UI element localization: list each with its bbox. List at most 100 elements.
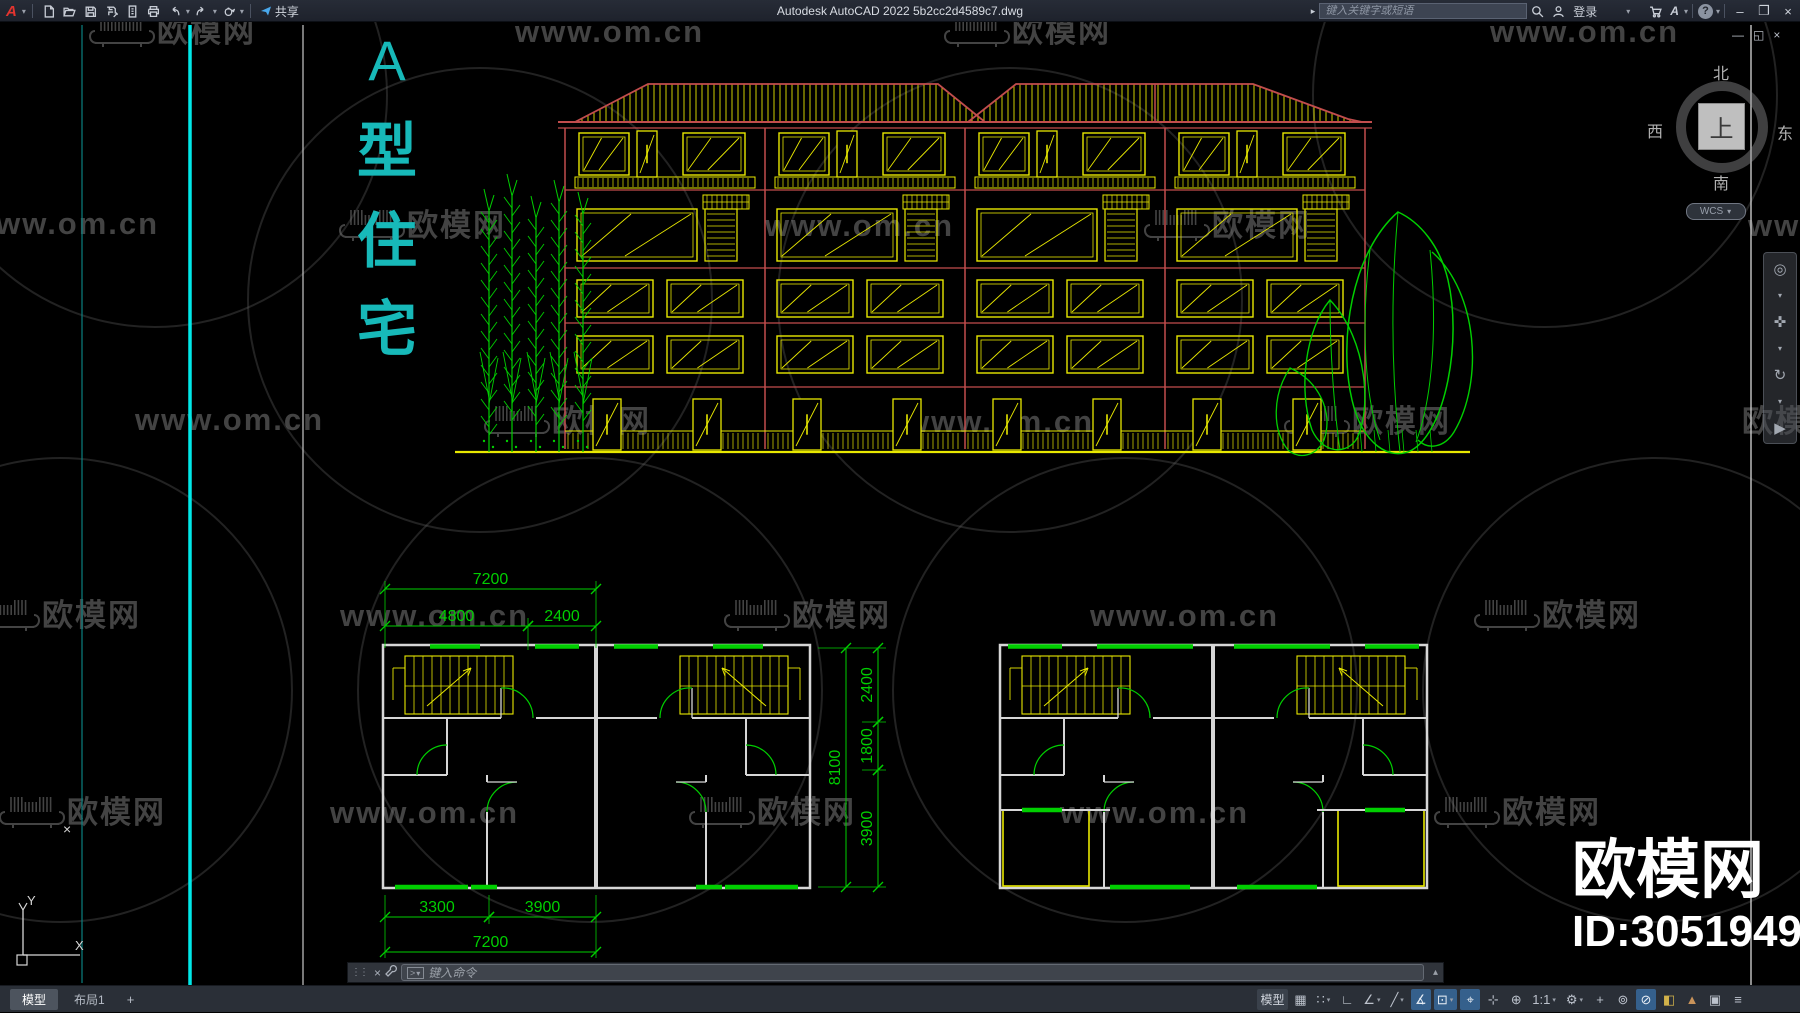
divider bbox=[249, 4, 251, 18]
render-icon[interactable] bbox=[218, 2, 239, 20]
site-watermark: 欧模网ID:3051949 bbox=[1572, 834, 1800, 956]
navbar-divider-icon: ▾ bbox=[1777, 290, 1782, 300]
watermark-text: 欧模网 bbox=[1012, 22, 1111, 49]
infocenter-collapse-icon[interactable]: ▸ bbox=[1307, 0, 1320, 22]
autodesk-chevron-icon[interactable]: ▾ bbox=[1683, 7, 1689, 16]
status-annotation-monitor[interactable]: + bbox=[1590, 989, 1610, 1010]
status-dynamic-input[interactable]: ⌖ bbox=[1460, 989, 1481, 1010]
layout-tabs: 模型 布局1 + bbox=[10, 988, 141, 1010]
guide-lines bbox=[81, 25, 1752, 988]
maximize-button[interactable]: ❐ bbox=[1752, 3, 1776, 19]
tab-add-button[interactable]: + bbox=[121, 992, 141, 1007]
drawing-minimize-icon[interactable]: — bbox=[1732, 28, 1744, 42]
dimension-label: 3300 bbox=[419, 899, 455, 916]
dimension-label: 3900 bbox=[525, 899, 561, 916]
watermark-layer: 欧模网 www.om.cn 欧模网 www.om.cn www.om.cn 欧模网 www.… bbox=[0, 22, 1800, 923]
status-object-snap[interactable]: ⊡ ▾ bbox=[1433, 989, 1458, 1010]
viewcube-north-label[interactable]: 北 bbox=[1713, 60, 1729, 84]
status-grid-display[interactable]: ▦ bbox=[1291, 989, 1311, 1010]
sheet-set-icon[interactable] bbox=[122, 2, 143, 20]
render-chevron-icon[interactable]: ▾ bbox=[239, 7, 245, 16]
drawing-restore-icon[interactable]: ◱ bbox=[1753, 28, 1764, 42]
watermark-text: www.om.cn bbox=[329, 795, 519, 830]
status-model-space[interactable]: 模型 bbox=[1257, 989, 1288, 1010]
save-as-icon[interactable] bbox=[101, 2, 122, 20]
sofa-logo-icon bbox=[1434, 797, 1500, 828]
pan-icon[interactable]: ✜ bbox=[1774, 313, 1787, 331]
command-icon[interactable]: >▾ bbox=[407, 966, 425, 979]
blip-mark: × bbox=[63, 821, 71, 837]
new-file-icon[interactable] bbox=[38, 2, 59, 20]
watermark-text: www.om.cn bbox=[1489, 22, 1679, 49]
status-ortho-mode[interactable]: ∟ bbox=[1337, 989, 1357, 1010]
status-clean-screen-mountain[interactable]: ▲ bbox=[1682, 989, 1702, 1010]
open-folder-icon[interactable] bbox=[59, 2, 80, 20]
status-units[interactable]: ⊚ bbox=[1613, 989, 1633, 1010]
show-motion-icon[interactable]: ▶ bbox=[1774, 419, 1786, 437]
big-watermark-brand: 欧模网 bbox=[1572, 834, 1764, 906]
status-workspace-switching[interactable]: ⚙ ▾ bbox=[1563, 989, 1587, 1010]
customize-wrench-icon[interactable] bbox=[385, 964, 398, 982]
dimension-label: 8100 bbox=[827, 750, 844, 786]
login-button[interactable]: 登录 bbox=[1569, 0, 1601, 22]
status-graphics-performance[interactable]: ⊘ bbox=[1636, 989, 1656, 1010]
status-snap-mode[interactable]: ∷ ▾ bbox=[1314, 989, 1335, 1010]
tab-model[interactable]: 模型 bbox=[10, 988, 59, 1010]
search-icon[interactable] bbox=[1527, 0, 1548, 22]
autodesk-account-icon[interactable]: A bbox=[1666, 0, 1683, 22]
command-placeholder: 键入命令 bbox=[428, 966, 477, 980]
navigation-bar: ◎ ▾ ✜ ▾ ↻ ▾ ▶ bbox=[1763, 252, 1797, 444]
sofa-logo-icon bbox=[689, 797, 755, 828]
autocad-app-icon[interactable]: A bbox=[4, 3, 19, 20]
navbar-divider-icon: ▾ bbox=[1777, 343, 1782, 353]
user-icon[interactable] bbox=[1548, 0, 1569, 22]
status-clean-screen[interactable]: ▣ bbox=[1705, 989, 1725, 1010]
palette-grip-icon[interactable]: ⋮⋮ bbox=[348, 967, 370, 978]
plot-icon[interactable] bbox=[143, 2, 164, 20]
app-store-cart-icon[interactable] bbox=[1645, 0, 1666, 22]
watermark-text: 欧模网 bbox=[42, 598, 141, 633]
palette-close-icon[interactable]: × bbox=[370, 966, 385, 980]
login-chevron-icon[interactable]: ▾ bbox=[1625, 7, 1631, 16]
share-plane-icon bbox=[260, 6, 271, 16]
status-polar-tracking[interactable]: ∠ ▾ bbox=[1360, 989, 1384, 1010]
status-isometric-drafting[interactable]: ╱ ▾ bbox=[1387, 989, 1407, 1010]
steering-wheel-icon[interactable]: ◎ bbox=[1773, 260, 1786, 278]
drawing-close-icon[interactable]: × bbox=[1773, 28, 1780, 42]
quick-access-toolbar: A ▾ ▾ ▾ ▾ 共享 bbox=[4, 0, 299, 22]
app-menu-chevron-icon[interactable]: ▾ bbox=[21, 7, 27, 16]
watermark-text: www.om.cn bbox=[514, 22, 704, 49]
command-history-icon[interactable]: ▴ bbox=[1428, 967, 1443, 978]
redo-icon[interactable] bbox=[191, 2, 212, 20]
command-input[interactable]: >▾ 键入命令 bbox=[401, 964, 1424, 981]
viewcube-top-face[interactable]: 上 bbox=[1698, 103, 1745, 150]
status-annotation-scale[interactable]: 1:1 ▾ bbox=[1529, 989, 1560, 1010]
orbit-icon[interactable]: ↻ bbox=[1774, 366, 1787, 384]
help-button[interactable]: ? bbox=[1697, 3, 1713, 19]
status-customization[interactable]: ≡ bbox=[1728, 989, 1748, 1010]
share-label: 共享 bbox=[274, 4, 299, 19]
drawing-canvas[interactable]: 欧模网 www.om.cn 欧模网 www.om.cn www.om.cn 欧模网 www.… bbox=[0, 22, 1800, 1012]
help-chevron-icon[interactable]: ▾ bbox=[1715, 7, 1721, 16]
status-annotation-autoscale[interactable]: ⊕ bbox=[1506, 989, 1526, 1010]
viewcube-east-label[interactable]: 东 bbox=[1777, 120, 1793, 144]
viewcube-west-label[interactable]: 西 bbox=[1647, 118, 1663, 142]
tab-layout1[interactable]: 布局1 bbox=[62, 989, 117, 1010]
watermark-text: www.om.cn bbox=[1747, 208, 1800, 243]
status-annotation-visibility[interactable]: ⊹ bbox=[1483, 989, 1503, 1010]
search-input[interactable] bbox=[1319, 3, 1528, 19]
minimize-button[interactable]: – bbox=[1728, 4, 1752, 19]
status-object-snap-tracking[interactable]: ∡ bbox=[1410, 989, 1431, 1010]
close-button[interactable]: × bbox=[1776, 4, 1800, 19]
command-palette[interactable]: ⋮⋮ × >▾ 键入命令 ▴ bbox=[347, 962, 1444, 983]
title-char: 住 bbox=[357, 208, 417, 275]
save-icon[interactable] bbox=[80, 2, 101, 20]
divider bbox=[31, 4, 33, 18]
dimension-label: 3900 bbox=[859, 811, 876, 847]
viewcube-south-label[interactable]: 南 bbox=[1713, 170, 1729, 194]
undo-icon[interactable] bbox=[164, 2, 185, 20]
dimension-label: 1800 bbox=[859, 728, 876, 764]
status-isolate-objects[interactable]: ◧ bbox=[1659, 989, 1679, 1010]
wcs-selector[interactable]: WCS ▾ bbox=[1686, 203, 1746, 220]
share-button[interactable]: 共享 bbox=[260, 3, 299, 20]
